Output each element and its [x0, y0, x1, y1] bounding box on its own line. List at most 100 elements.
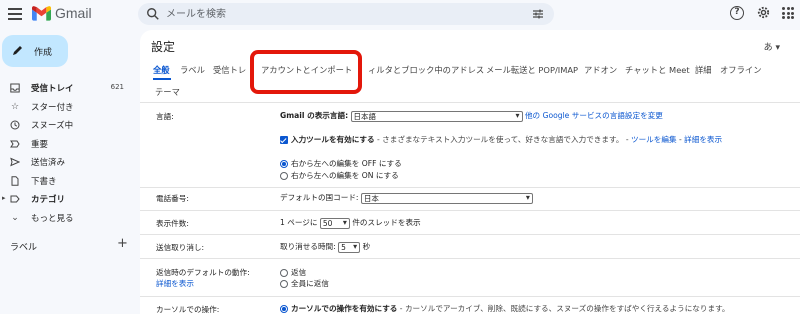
- search-icon[interactable]: [146, 7, 160, 21]
- rtl-on-radio[interactable]: [280, 172, 288, 180]
- input-tools-row: 入力ツールを有効にする - さまざまなテキスト入力ツールを使って、好きな言語で入…: [280, 134, 722, 145]
- input-tools-toggle[interactable]: あ ▾: [764, 40, 780, 53]
- settings-panel: 設定 あ ▾ 全般 ラベル 受信トレ アカウントとインポート ィルタとブロック中…: [140, 30, 800, 314]
- undo-send-label: 送信取り消し:: [156, 243, 205, 252]
- top-bar: Gmail ?: [0, 0, 800, 30]
- caret-right-icon[interactable]: ▸: [2, 194, 6, 202]
- chevron-down-icon: ⌄: [11, 212, 19, 223]
- sidebar-item-label: 送信済み: [31, 158, 66, 168]
- sidebar-item-label: カテゴリ: [31, 195, 66, 205]
- undo-send-prefix: 取り消せる時間:: [280, 242, 336, 251]
- display-language-label: Gmail の表示言語:: [280, 111, 349, 120]
- app-name: Gmail: [55, 5, 92, 21]
- help-icon[interactable]: ?: [730, 6, 744, 20]
- link-separator: -: [676, 135, 685, 144]
- display-language-row: Gmail の表示言語: 日本語 他の Google サービスの言語設定を変更: [280, 110, 663, 122]
- highlight-annotation: [250, 50, 362, 94]
- sidebar-item-label: もっと見る: [31, 213, 74, 224]
- tab-inbox[interactable]: 受信トレ: [213, 64, 246, 76]
- details-link[interactable]: 詳細を表示: [684, 135, 722, 144]
- reply-option[interactable]: 返信: [280, 267, 306, 278]
- input-tools-label: 入力ツールを有効にする: [291, 135, 375, 144]
- sidebar-item-starred[interactable]: ☆ スター付き: [0, 98, 140, 117]
- rtl-off-radio[interactable]: [280, 160, 288, 168]
- country-code-label: デフォルトの国コード:: [280, 193, 359, 202]
- sidebar-item-label: 重要: [31, 139, 49, 150]
- cursor-actions-label: カーソルでの操作:: [156, 305, 220, 314]
- cursor-actions-row[interactable]: カーソルでの操作を有効にする - カーソルでアーカイブ、削除、既読にする、スヌー…: [280, 303, 730, 314]
- input-tools-checkbox[interactable]: [280, 136, 288, 144]
- tab-addons[interactable]: アドオン: [584, 64, 617, 76]
- divider: [140, 234, 800, 235]
- gear-icon[interactable]: [756, 5, 771, 20]
- undo-send-select[interactable]: 5: [338, 241, 361, 253]
- page-size-label: 表示件数:: [156, 219, 189, 228]
- sidebar-item-drafts[interactable]: 下書き: [0, 172, 140, 191]
- input-tools-label: あ: [763, 43, 773, 53]
- sidebar-item-label: 受信トレイ: [31, 84, 74, 94]
- important-icon: [10, 140, 20, 147]
- page-size-value: 50: [322, 218, 333, 228]
- add-label-icon[interactable]: +: [117, 236, 128, 251]
- hamburger-menu-icon[interactable]: [8, 8, 22, 20]
- edit-tools-link[interactable]: ツールを編集: [631, 135, 677, 144]
- label-icon: [10, 195, 20, 203]
- apps-grid-icon[interactable]: [782, 7, 794, 19]
- page-title: 設定: [151, 40, 176, 54]
- tab-forwarding[interactable]: メール転送と POP/IMAP: [486, 64, 578, 76]
- compose-button[interactable]: 作成: [2, 35, 68, 67]
- send-icon: [10, 157, 20, 167]
- country-code-select[interactable]: 日本: [360, 192, 533, 204]
- tab-advanced[interactable]: 詳細: [695, 64, 712, 76]
- tab-general[interactable]: 全般: [153, 64, 170, 76]
- search-options-icon[interactable]: [532, 8, 544, 20]
- rtl-on-label: 右から左への編集を ON にする: [291, 171, 399, 180]
- divider: [140, 296, 800, 297]
- draft-icon: [11, 175, 19, 186]
- sidebar-item-label: スター付き: [31, 102, 74, 113]
- reply-default-label: 返信時のデフォルトの動作:: [156, 268, 250, 277]
- divider: [140, 102, 800, 103]
- sidebar-item-important[interactable]: 重要: [0, 135, 140, 154]
- reply-label: 返信: [291, 268, 307, 277]
- rtl-off-label: 右から左への編集を OFF にする: [291, 159, 402, 168]
- tab-offline[interactable]: オフライン: [720, 64, 762, 76]
- sidebar-item-categories[interactable]: ▸ カテゴリ: [0, 190, 140, 209]
- reply-all-option[interactable]: 全員に返信: [280, 278, 329, 289]
- active-tab-indicator: [153, 78, 171, 80]
- search-bar[interactable]: [138, 3, 554, 25]
- unread-count: 621: [110, 83, 124, 91]
- undo-send-value: 5: [341, 242, 346, 252]
- tab-labels[interactable]: ラベル: [180, 64, 205, 76]
- sidebar-item-sent[interactable]: 送信済み: [0, 153, 140, 172]
- sidebar-item-label: 下書き: [31, 176, 57, 187]
- divider: [140, 187, 800, 188]
- rtl-off-option[interactable]: 右から左への編集を OFF にする: [280, 158, 402, 169]
- tab-themes[interactable]: テーマ: [155, 86, 180, 98]
- sidebar-item-label: スヌーズ中: [31, 121, 74, 131]
- divider: [140, 210, 800, 211]
- inbox-icon: [10, 83, 20, 93]
- tab-filters[interactable]: ィルタとブロック中のアドレス: [368, 64, 484, 76]
- language-label: 言語:: [156, 112, 174, 121]
- reply-radio[interactable]: [280, 269, 288, 277]
- search-input[interactable]: [166, 7, 526, 21]
- page-size-prefix: 1 ページに: [280, 218, 318, 227]
- sidebar-item-snoozed[interactable]: スヌーズ中: [0, 116, 140, 135]
- labels-heading: ラベル: [10, 243, 38, 253]
- page-size-suffix: 件のスレッドを表示: [352, 218, 421, 227]
- reply-all-radio[interactable]: [280, 280, 288, 288]
- other-language-settings-link[interactable]: 他の Google サービスの言語設定を変更: [525, 111, 663, 120]
- cursor-actions-option-label: カーソルでの操作を有効にする: [291, 304, 398, 313]
- sidebar-item-inbox[interactable]: 受信トレイ 621: [0, 79, 140, 98]
- gmail-logo-icon[interactable]: [32, 6, 51, 21]
- display-language-select[interactable]: 日本語: [350, 110, 523, 122]
- tab-chat-meet[interactable]: チャットと Meet: [625, 64, 690, 76]
- page-size-select[interactable]: 50: [319, 217, 350, 229]
- rtl-on-option[interactable]: 右から左への編集を ON にする: [280, 170, 399, 181]
- cursor-actions-radio[interactable]: [280, 305, 288, 313]
- display-language-value: 日本語: [353, 111, 377, 121]
- reply-all-label: 全員に返信: [291, 279, 329, 288]
- reply-default-details-link[interactable]: 詳細を表示: [156, 278, 194, 289]
- sidebar-item-more[interactable]: ⌄ もっと見る: [0, 209, 140, 228]
